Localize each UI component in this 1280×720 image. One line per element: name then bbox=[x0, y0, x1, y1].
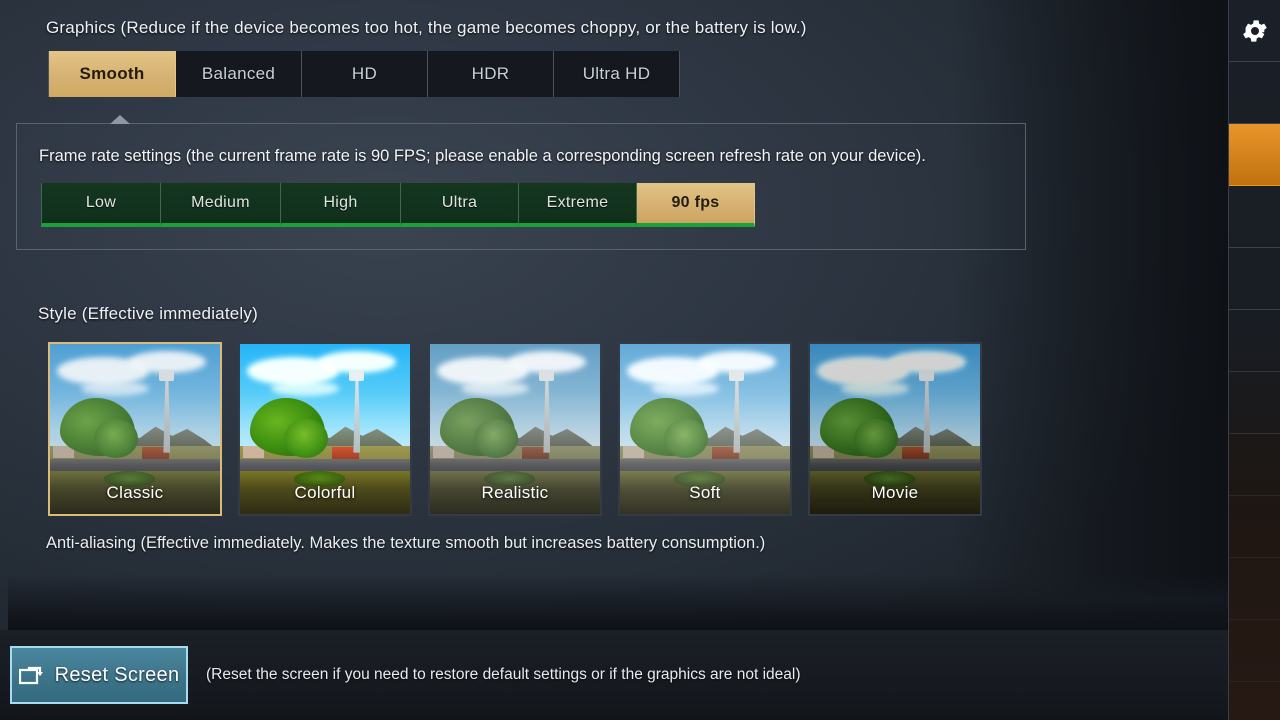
graphics-option-hd-label: HD bbox=[351, 64, 378, 83]
frame-rate-option-medium[interactable]: Medium bbox=[161, 182, 281, 227]
frame-rate-option-group: Low Medium High Ultra Extreme 90 fps bbox=[41, 182, 1003, 227]
style-option-group: Classic Colorful Realistic Soft Movie bbox=[48, 341, 1230, 516]
graphics-option-group: Smooth Balanced HD HDR Ultra HD bbox=[48, 51, 1230, 97]
frame-rate-option-high-label: High bbox=[323, 193, 358, 211]
sidebar-item-2[interactable] bbox=[1229, 62, 1280, 124]
graphics-option-balanced[interactable]: Balanced bbox=[176, 51, 302, 97]
graphics-option-balanced-label: Balanced bbox=[201, 64, 276, 83]
graphics-option-ultra-hd-label: Ultra HD bbox=[582, 64, 651, 83]
reset-screen-note: (Reset the screen if you need to restore… bbox=[206, 666, 801, 683]
screen-reset-icon bbox=[18, 665, 45, 685]
frame-rate-section-label: Frame rate settings (the current frame r… bbox=[39, 147, 926, 165]
frame-rate-option-ultra[interactable]: Ultra bbox=[401, 182, 519, 227]
graphics-option-hdr[interactable]: HDR bbox=[428, 51, 554, 97]
reset-screen-button-label: Reset Screen bbox=[54, 663, 180, 686]
graphics-option-smooth-label: Smooth bbox=[79, 64, 145, 83]
frame-rate-option-high[interactable]: High bbox=[281, 182, 401, 227]
frame-rate-option-medium-label: Medium bbox=[191, 193, 250, 211]
graphics-option-ultra-hd[interactable]: Ultra HD bbox=[554, 51, 680, 97]
antialiasing-section-label: Anti-aliasing (Effective immediately. Ma… bbox=[46, 533, 766, 552]
frame-rate-option-low-label: Low bbox=[85, 193, 117, 211]
style-option-classic[interactable]: Classic bbox=[48, 341, 222, 516]
style-option-colorful[interactable]: Colorful bbox=[238, 341, 412, 516]
style-option-movie-label: Movie bbox=[810, 471, 980, 514]
settings-scroll-panel[interactable]: Graphics (Reduce if the device becomes t… bbox=[8, 0, 1230, 630]
reset-screen-button[interactable]: Reset Screen bbox=[10, 646, 188, 704]
style-option-soft[interactable]: Soft bbox=[618, 341, 792, 516]
style-option-classic-label: Classic bbox=[50, 471, 220, 514]
frame-rate-option-extreme-label: Extreme bbox=[546, 193, 609, 211]
sidebar-item-11[interactable] bbox=[1229, 620, 1280, 682]
sidebar-item-10[interactable] bbox=[1229, 558, 1280, 620]
sidebar-item-graphics[interactable] bbox=[1229, 124, 1280, 186]
frame-rate-panel-pointer bbox=[110, 115, 130, 124]
frame-rate-panel: Frame rate settings (the current frame r… bbox=[16, 115, 1026, 250]
frame-rate-option-extreme[interactable]: Extreme bbox=[519, 182, 637, 227]
graphics-option-hd[interactable]: HD bbox=[302, 51, 428, 97]
right-sidebar bbox=[1228, 0, 1280, 720]
sidebar-item-9[interactable] bbox=[1229, 496, 1280, 558]
frame-rate-option-ultra-label: Ultra bbox=[441, 193, 478, 211]
frame-rate-option-low[interactable]: Low bbox=[41, 182, 161, 227]
style-option-realistic[interactable]: Realistic bbox=[428, 341, 602, 516]
sidebar-item-6[interactable] bbox=[1229, 310, 1280, 372]
sidebar-item-5[interactable] bbox=[1229, 248, 1280, 310]
style-option-realistic-label: Realistic bbox=[430, 471, 600, 514]
graphics-section-label: Graphics (Reduce if the device becomes t… bbox=[46, 18, 807, 37]
graphics-option-smooth[interactable]: Smooth bbox=[48, 51, 176, 97]
sidebar-item-7[interactable] bbox=[1229, 372, 1280, 434]
style-option-soft-label: Soft bbox=[620, 471, 790, 514]
frame-rate-option-90fps-label: 90 fps bbox=[671, 193, 720, 211]
style-option-movie[interactable]: Movie bbox=[808, 341, 982, 516]
sidebar-item-8[interactable] bbox=[1229, 434, 1280, 496]
graphics-option-hdr-label: HDR bbox=[471, 64, 510, 83]
frame-rate-option-90fps[interactable]: 90 fps bbox=[637, 182, 755, 227]
graphics-settings-screen: Graphics (Reduce if the device becomes t… bbox=[0, 0, 1280, 720]
sidebar-item-settings[interactable] bbox=[1229, 0, 1280, 62]
bottom-bar: Reset Screen (Reset the screen if you ne… bbox=[0, 630, 1280, 720]
gear-icon bbox=[1240, 16, 1270, 46]
sidebar-item-4[interactable] bbox=[1229, 186, 1280, 248]
style-option-colorful-label: Colorful bbox=[240, 471, 410, 514]
style-section-label: Style (Effective immediately) bbox=[38, 303, 258, 323]
